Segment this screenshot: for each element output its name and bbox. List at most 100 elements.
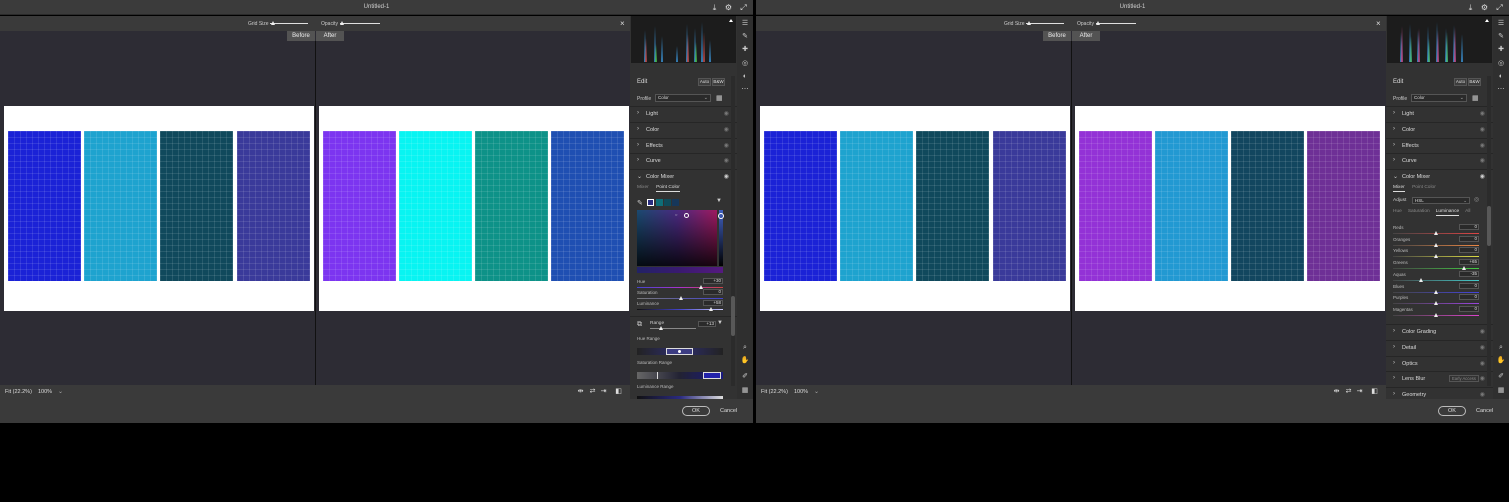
eye-icon[interactable]: ◉ bbox=[1480, 142, 1485, 149]
chevron-down-icon[interactable]: ▼ bbox=[717, 320, 723, 326]
eye-icon[interactable]: ◉ bbox=[1480, 157, 1485, 164]
toggle-view-icon[interactable]: ◧ bbox=[1370, 387, 1379, 396]
before-after-view-icon[interactable]: ⇹ bbox=[1332, 387, 1341, 396]
section-color-mixer[interactable]: ⌄ Color Mixer ◉ bbox=[1386, 169, 1493, 184]
bw-button[interactable]: B&W bbox=[1468, 78, 1481, 86]
slider-value[interactable]: 0 bbox=[1459, 282, 1479, 289]
section-color[interactable]: › Color ◉ bbox=[630, 122, 737, 137]
eye-icon[interactable]: ◉ bbox=[1480, 391, 1485, 398]
zoom-level[interactable]: 100% bbox=[794, 389, 808, 395]
section-optics[interactable]: › Optics ◉ bbox=[1386, 356, 1493, 371]
slider-knob[interactable] bbox=[1434, 254, 1438, 259]
grid-size-knob[interactable] bbox=[1027, 21, 1031, 25]
eye-icon[interactable]: ◉ bbox=[1480, 328, 1485, 335]
auto-button[interactable]: Auto bbox=[1454, 78, 1467, 86]
section-color[interactable]: › Color ◉ bbox=[1386, 122, 1493, 137]
subtab-luminance[interactable]: Luminance bbox=[1435, 209, 1460, 216]
grid-size-knob[interactable] bbox=[271, 21, 275, 25]
cancel-button[interactable]: Cancel bbox=[1476, 408, 1493, 414]
cancel-button[interactable]: Cancel bbox=[720, 408, 737, 414]
eye-icon[interactable]: ◉ bbox=[1480, 126, 1485, 133]
eyedropper-icon[interactable]: ✎ bbox=[637, 199, 643, 207]
subtab-all[interactable]: All bbox=[1465, 209, 1470, 214]
luminance-value[interactable]: +58 bbox=[703, 300, 723, 306]
hue-value[interactable]: +30 bbox=[703, 278, 723, 284]
panel-scrollbar[interactable] bbox=[1487, 76, 1491, 386]
section-effects[interactable]: › Effects ◉ bbox=[1386, 138, 1493, 153]
profile-select[interactable]: Color ⌄ bbox=[655, 94, 711, 102]
close-icon[interactable]: × bbox=[620, 19, 625, 28]
opacity-knob[interactable] bbox=[1096, 21, 1100, 25]
range-slider[interactable] bbox=[650, 328, 696, 329]
opacity-knob[interactable] bbox=[340, 21, 344, 25]
edit-icon[interactable]: ☰ bbox=[740, 19, 750, 29]
slider-knob[interactable] bbox=[1434, 312, 1438, 317]
fit-zoom-label[interactable]: Fit (22.2%) bbox=[5, 389, 32, 395]
ok-button[interactable]: OK bbox=[1438, 406, 1466, 416]
bw-button[interactable]: B&W bbox=[712, 78, 725, 86]
slider-value[interactable]: 0 bbox=[1459, 247, 1479, 254]
grid-size-slider[interactable] bbox=[1026, 23, 1064, 24]
point-color-sample-2[interactable] bbox=[656, 199, 663, 206]
fullscreen-icon[interactable]: ⤢ bbox=[1495, 3, 1504, 12]
slider-value[interactable]: 0 bbox=[1459, 305, 1479, 312]
range-knob[interactable] bbox=[659, 326, 663, 330]
saturation-range-handle[interactable] bbox=[703, 372, 721, 379]
slider-value[interactable]: -35 bbox=[1459, 270, 1479, 277]
gear-icon[interactable]: ⚙ bbox=[1480, 3, 1489, 12]
subtab-hue[interactable]: Hue bbox=[1393, 209, 1402, 214]
tab-point-color[interactable]: Point Color bbox=[656, 185, 680, 192]
point-color-sample-4[interactable] bbox=[672, 199, 679, 206]
grid-size-slider[interactable] bbox=[270, 23, 308, 24]
section-effects[interactable]: › Effects ◉ bbox=[630, 138, 737, 153]
slider-value[interactable]: 0 bbox=[1459, 294, 1479, 301]
chevron-down-icon[interactable]: ⌄ bbox=[814, 388, 819, 395]
chevron-down-icon[interactable]: ⌄ bbox=[58, 388, 63, 395]
section-light[interactable]: › Light ◉ bbox=[1386, 106, 1493, 121]
opacity-slider[interactable] bbox=[1096, 23, 1136, 24]
tab-mixer[interactable]: Mixer bbox=[1393, 185, 1405, 192]
luminance-marker[interactable] bbox=[718, 213, 724, 219]
color-field-marker[interactable] bbox=[684, 213, 689, 218]
section-geometry[interactable]: › Geometry ◉ bbox=[1386, 387, 1493, 399]
close-icon[interactable]: × bbox=[1376, 19, 1381, 28]
swap-icon[interactable]: ⇄ bbox=[1344, 387, 1353, 396]
section-detail[interactable]: › Detail ◉ bbox=[1386, 340, 1493, 355]
hand-icon[interactable]: ✋ bbox=[740, 356, 750, 366]
grid-icon[interactable]: ▦ bbox=[740, 386, 750, 396]
luminance-slider[interactable]: Luminance +58 bbox=[637, 300, 723, 313]
zoom-icon[interactable]: ⌕ bbox=[1496, 343, 1506, 353]
presets-icon[interactable]: ◐ bbox=[1496, 72, 1506, 82]
auto-button[interactable]: Auto bbox=[698, 78, 711, 86]
section-color-grading[interactable]: › Color Grading ◉ bbox=[1386, 324, 1493, 339]
copy-settings-icon[interactable]: ⇥ bbox=[1355, 387, 1364, 396]
eye-icon[interactable]: ◉ bbox=[1480, 375, 1485, 382]
gear-icon[interactable]: ⚙ bbox=[724, 3, 733, 12]
eye-icon[interactable]: ◉ bbox=[1480, 110, 1485, 117]
section-light[interactable]: › Light ◉ bbox=[630, 106, 737, 121]
eye-icon[interactable]: ◉ bbox=[724, 142, 729, 149]
presets-icon[interactable]: ◐ bbox=[740, 72, 750, 82]
slider-knob[interactable] bbox=[1461, 266, 1466, 271]
slider-knob[interactable] bbox=[1434, 242, 1438, 247]
edit-icon[interactable]: ☰ bbox=[1496, 19, 1506, 29]
zoom-level[interactable]: 100% bbox=[38, 389, 52, 395]
sampler-icon[interactable]: ✐ bbox=[740, 372, 750, 382]
panel-scrollbar[interactable] bbox=[731, 76, 735, 386]
brush-icon[interactable]: ✎ bbox=[740, 32, 750, 42]
save-icon[interactable]: ⤓ bbox=[1466, 3, 1475, 12]
tab-mixer[interactable]: Mixer bbox=[637, 185, 649, 190]
profile-browser-icon[interactable]: ▦ bbox=[716, 94, 723, 102]
ok-button[interactable]: OK bbox=[682, 406, 710, 416]
before-after-view-icon[interactable]: ⇹ bbox=[576, 387, 585, 396]
eye-icon[interactable]: ◉ bbox=[1480, 344, 1485, 351]
target-adjust-icon[interactable]: ◎ bbox=[1474, 196, 1479, 203]
eye-icon[interactable]: ◉ bbox=[724, 126, 729, 133]
subtab-saturation[interactable]: Saturation bbox=[1408, 209, 1430, 214]
opacity-slider[interactable] bbox=[340, 23, 380, 24]
eye-icon[interactable]: ◉ bbox=[1480, 360, 1485, 367]
eye-icon[interactable]: ◉ bbox=[1480, 173, 1485, 180]
eye-icon[interactable]: ◉ bbox=[724, 110, 729, 117]
eye-icon[interactable]: ◉ bbox=[724, 173, 729, 180]
section-curve[interactable]: › Curve ◉ bbox=[1386, 153, 1493, 168]
